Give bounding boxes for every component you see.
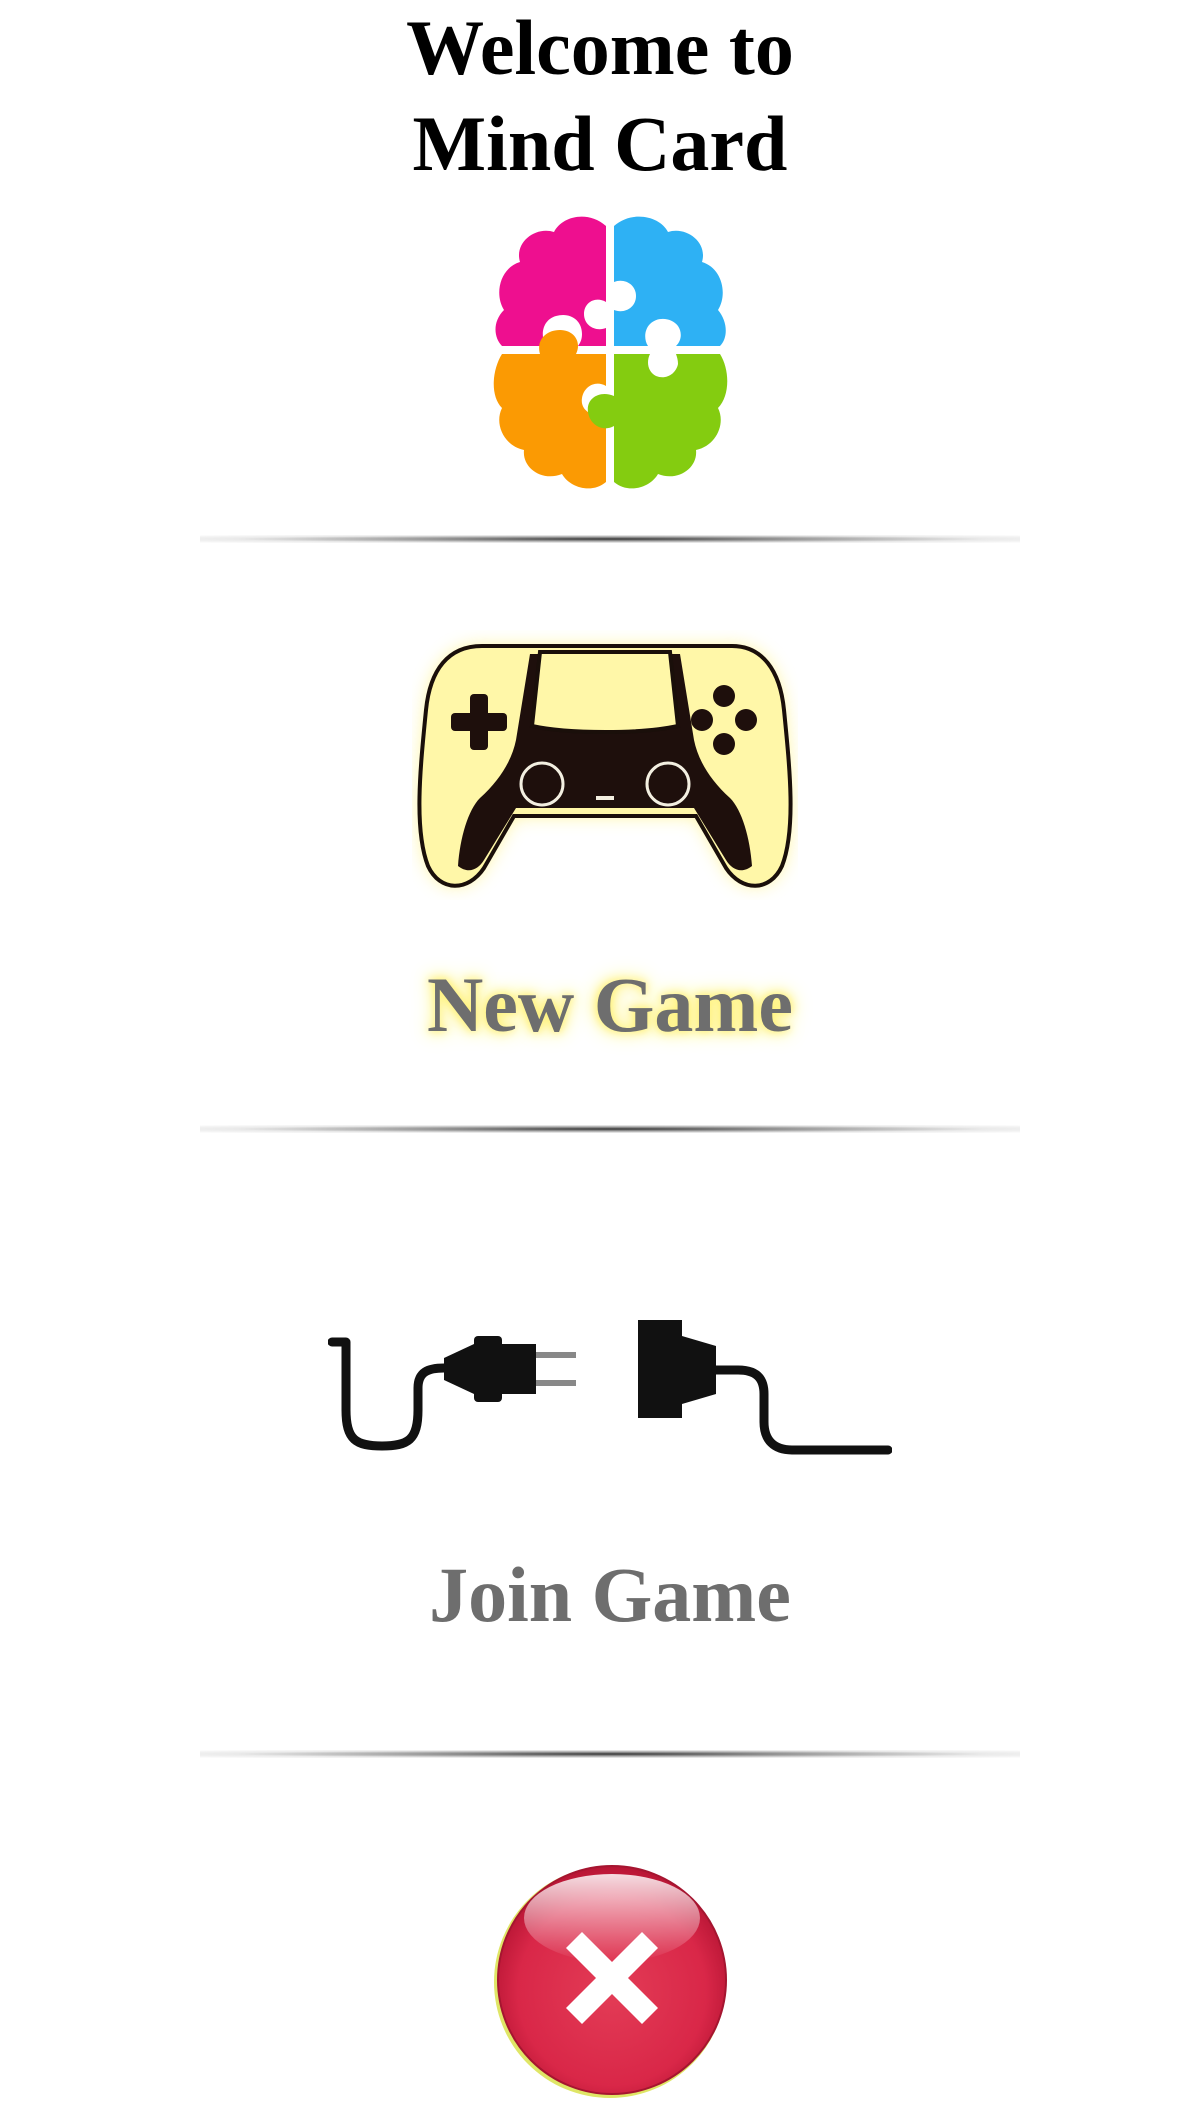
title-line-2: Mind Card	[412, 100, 788, 187]
close-icon	[494, 1865, 727, 2098]
gamepad-icon	[417, 644, 793, 888]
new-game-label: New Game	[426, 961, 794, 1048]
section-divider	[200, 1750, 1020, 1758]
title-line-1: Welcome to	[406, 4, 794, 91]
section-divider	[200, 1125, 1020, 1133]
page-title: Welcome to Mind Card	[0, 0, 1200, 192]
section-divider	[200, 535, 1020, 543]
new-game-button[interactable]: New Game	[330, 630, 890, 1060]
close-button[interactable]	[490, 1862, 730, 2102]
plug-connection-icon	[328, 1320, 892, 1455]
join-game-button[interactable]: Join Game	[328, 1270, 892, 1650]
join-game-label: Join Game	[429, 1551, 791, 1638]
brain-puzzle-icon	[493, 216, 728, 489]
